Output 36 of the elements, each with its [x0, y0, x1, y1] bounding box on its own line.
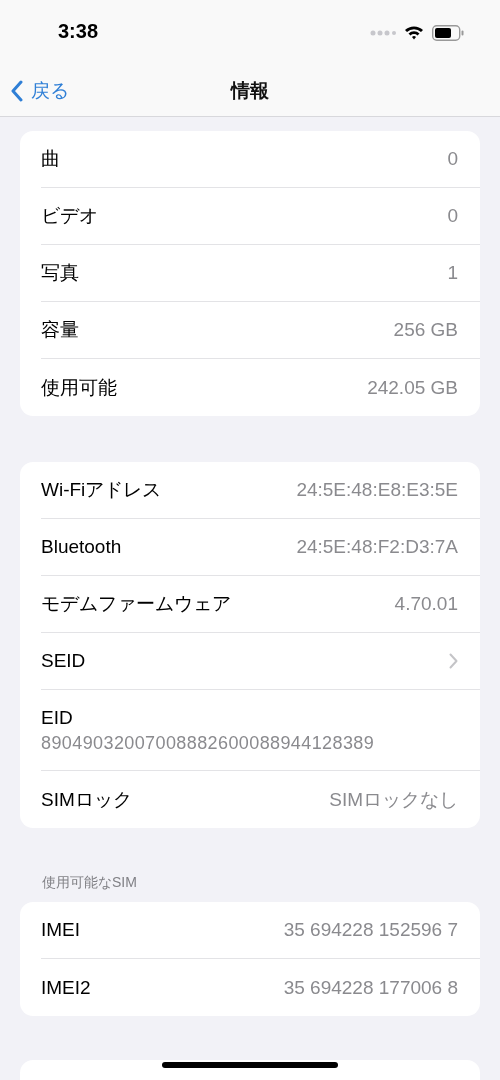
row-label: IMEI: [41, 919, 82, 941]
row-label: 容量: [41, 318, 80, 342]
row-value: 89049032007008882600088944128389: [41, 732, 375, 754]
navigation-row[interactable]: SEID: [41, 633, 480, 690]
row-value: SIMロックなし: [329, 787, 458, 812]
row-value: 35 694228 177006 8: [283, 976, 458, 999]
row-label: 曲: [41, 147, 61, 171]
home-indicator[interactable]: [162, 1062, 338, 1068]
row-label: ビデオ: [41, 204, 99, 228]
row-label: Bluetooth: [41, 536, 123, 558]
row-label: SIMロック: [41, 787, 133, 812]
section-header: 使用可能なSIM: [41, 874, 138, 892]
clock-time: 3:38: [58, 20, 100, 44]
row-label: SEID: [41, 650, 87, 672]
row-label: モデムファームウェア: [41, 592, 232, 616]
wifi-icon: [404, 25, 424, 40]
row-value: 256 GB: [393, 319, 458, 341]
row-label: Wi-Fiアドレス: [41, 478, 163, 502]
chevron-right-icon: [449, 653, 458, 669]
screen-title: 情報: [231, 78, 269, 103]
row-label: EID: [41, 706, 73, 729]
signal-icon: [370, 29, 396, 36]
row-value: 35 694228 152596 7: [283, 919, 458, 941]
chevron-left-icon: [10, 79, 23, 102]
back-button[interactable]: 戻る: [0, 70, 79, 111]
row-value: 24:5E:48:F2:D3:7A: [296, 536, 458, 558]
battery-icon: [432, 24, 464, 41]
row-label: IMEI2: [41, 976, 92, 999]
row-label: 使用可能: [41, 375, 118, 400]
row-value: 4.70.01: [394, 593, 458, 615]
row-value: 1: [447, 262, 458, 284]
row-value: 24:5E:48:E8:E3:5E: [296, 479, 458, 501]
row-value: 0: [447, 205, 458, 227]
row-value: 242.05 GB: [367, 376, 458, 399]
row-value: 0: [447, 148, 458, 170]
row-label: 写真: [41, 261, 80, 285]
